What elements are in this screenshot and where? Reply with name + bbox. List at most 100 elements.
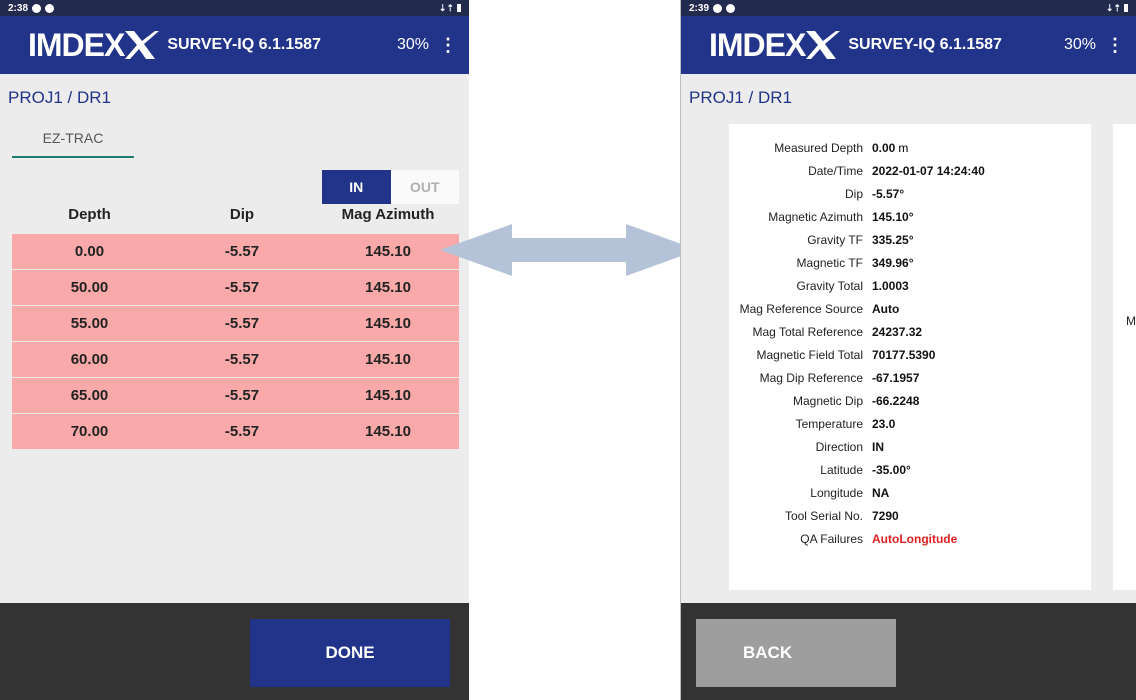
notification-icon <box>32 3 42 13</box>
battery-percentage: 30% <box>396 36 429 53</box>
bluetooth-icon: ⇣⇡ <box>1105 2 1121 13</box>
table-row[interactable]: 55.00 -5.57 145.10 <box>12 306 459 341</box>
bluetooth-icon: ⇣⇡ <box>438 2 454 13</box>
table-row[interactable]: 0.00 -5.57 145.10 <box>12 234 459 269</box>
back-button[interactable]: BACK <box>696 619 896 687</box>
detail-value: -5.57° <box>872 187 905 201</box>
cell-depth: 60.00 <box>70 351 109 368</box>
cell-mag-azimuth: 145.10 <box>365 243 411 260</box>
status-time: 2:38 <box>8 2 29 14</box>
left-screen: 2:38 ⇣⇡ IMDEX SURVEY-IQ 6.1.1587 30% ⋮ P… <box>0 0 469 700</box>
column-header-depth: Depth <box>68 206 111 223</box>
cell-mag-azimuth: 145.10 <box>365 423 411 440</box>
breadcrumb: PROJ1 / DR1 <box>689 88 792 107</box>
cell-dip: -5.57 <box>224 279 260 296</box>
detail-label: Temperature <box>795 417 863 431</box>
cell-mag-azimuth: 145.10 <box>365 279 411 296</box>
imdex-logo-text: IMDEX <box>709 26 806 63</box>
app-name: SURVEY-IQ 6.1.1587 <box>848 36 1002 53</box>
detail-label: QA Failures <box>800 532 863 546</box>
detail-value: -66.2248 <box>872 394 920 408</box>
toggle-out-button[interactable]: OUT <box>390 170 459 204</box>
detail-label: Mag Total Reference <box>752 325 863 339</box>
logo-mark-icon <box>125 31 160 59</box>
cell-dip: -5.57 <box>224 243 260 260</box>
detail-label: Longitude <box>810 486 863 500</box>
cell-depth: 70.00 <box>70 423 109 440</box>
table-row[interactable]: 70.00 -5.57 145.10 <box>12 414 459 449</box>
breadcrumb: PROJ1 / DR1 <box>8 88 111 107</box>
overflow-menu-icon[interactable]: ⋮ <box>1102 35 1128 56</box>
cell-dip: -5.57 <box>224 423 260 440</box>
detail-value: Auto <box>872 302 900 316</box>
toggle-in-button[interactable]: IN <box>322 170 391 204</box>
detail-row: Longitude NA <box>729 482 1091 504</box>
detail-value: 23.0 <box>872 417 896 431</box>
detail-label: Magnetic Dip <box>792 394 863 408</box>
right-screen: 2:39 ⇣⇡ IMDEX SURVEY-IQ 6.1.1587 30% ⋮ P… <box>680 0 1136 700</box>
detail-label: Date/Time <box>808 164 863 178</box>
detail-row: Measured Depth 0.00 m <box>729 137 1091 159</box>
status-bar: 2:38 ⇣⇡ <box>0 0 469 16</box>
sync-icon <box>45 3 55 13</box>
detail-row: Temperature 23.0 <box>729 413 1091 435</box>
battery-percentage: 30% <box>1063 36 1096 53</box>
app-bar: IMDEX SURVEY-IQ 6.1.1587 30% ⋮ <box>681 16 1136 74</box>
table-row[interactable]: 65.00 -5.57 145.10 <box>12 378 459 413</box>
battery-icon <box>457 4 461 12</box>
cell-mag-azimuth: 145.10 <box>365 351 411 368</box>
notification-icon <box>713 3 723 13</box>
table-row[interactable]: 50.00 -5.57 145.10 <box>12 270 459 305</box>
tab-ez-trac[interactable]: EZ-TRAC <box>12 126 134 158</box>
detail-value: IN <box>872 440 884 454</box>
detail-value: AutoLongitude <box>872 532 958 546</box>
detail-row: Latitude -35.00° <box>729 459 1091 481</box>
detail-label: Tool Serial No. <box>784 509 863 523</box>
detail-value: NA <box>872 486 890 500</box>
detail-row: QA Failures AutoLongitude <box>729 528 1091 550</box>
detail-unit: m <box>898 141 909 155</box>
cell-dip: -5.57 <box>224 351 260 368</box>
detail-value: 7290 <box>872 509 899 523</box>
column-header-mag-azimuth: Mag Azimuth <box>341 206 435 223</box>
table-header: Depth Dip Mag Azimuth <box>12 206 459 232</box>
detail-row: Gravity Total 1.0003 <box>729 275 1091 297</box>
cell-depth: 50.00 <box>70 279 109 296</box>
app-bar: IMDEX SURVEY-IQ 6.1.1587 30% ⋮ <box>0 16 469 74</box>
sync-icon <box>726 3 736 13</box>
detail-label: Mag Reference Source <box>739 302 863 316</box>
detail-row: Tool Serial No. 7290 <box>729 505 1091 527</box>
column-header-dip: Dip <box>229 206 255 223</box>
detail-value: 1.0003 <box>872 279 909 293</box>
status-bar: 2:39 ⇣⇡ <box>681 0 1136 16</box>
cell-dip: -5.57 <box>224 387 260 404</box>
detail-row: Mag Total Reference 24237.32 <box>729 321 1091 343</box>
cell-dip: -5.57 <box>224 315 260 332</box>
detail-value: -67.1957 <box>872 371 920 385</box>
cell-mag-azimuth: 145.10 <box>365 315 411 332</box>
detail-row: Direction IN <box>729 436 1091 458</box>
next-survey-card[interactable]: M <box>1113 124 1136 590</box>
cell-mag-azimuth: 145.10 <box>365 387 411 404</box>
detail-row: Magnetic TF 349.96° <box>729 252 1091 274</box>
overflow-menu-icon[interactable]: ⋮ <box>435 35 461 56</box>
detail-row: Mag Reference Source Auto <box>729 298 1091 320</box>
detail-label: Magnetic Azimuth <box>768 210 863 224</box>
detail-value: 70177.5390 <box>872 348 936 362</box>
direction-toggle: IN OUT <box>322 170 459 204</box>
detail-label: Magnetic TF <box>796 256 863 270</box>
bottom-bar: DONE <box>0 603 469 700</box>
logo-mark-icon <box>806 31 841 59</box>
cell-depth: 55.00 <box>70 315 109 332</box>
detail-label: Magnetic Field Total <box>756 348 864 362</box>
cell-depth: 65.00 <box>70 387 109 404</box>
detail-value: 24237.32 <box>872 325 923 339</box>
imdex-logo: IMDEX <box>28 26 160 64</box>
next-card-label: M <box>1126 314 1136 328</box>
imdex-logo-text: IMDEX <box>28 26 125 63</box>
bottom-bar: BACK <box>681 603 1136 700</box>
table-row[interactable]: 60.00 -5.57 145.10 <box>12 342 459 377</box>
detail-label: Measured Depth <box>774 141 863 155</box>
detail-label: Gravity TF <box>807 233 863 247</box>
done-button[interactable]: DONE <box>250 619 450 687</box>
